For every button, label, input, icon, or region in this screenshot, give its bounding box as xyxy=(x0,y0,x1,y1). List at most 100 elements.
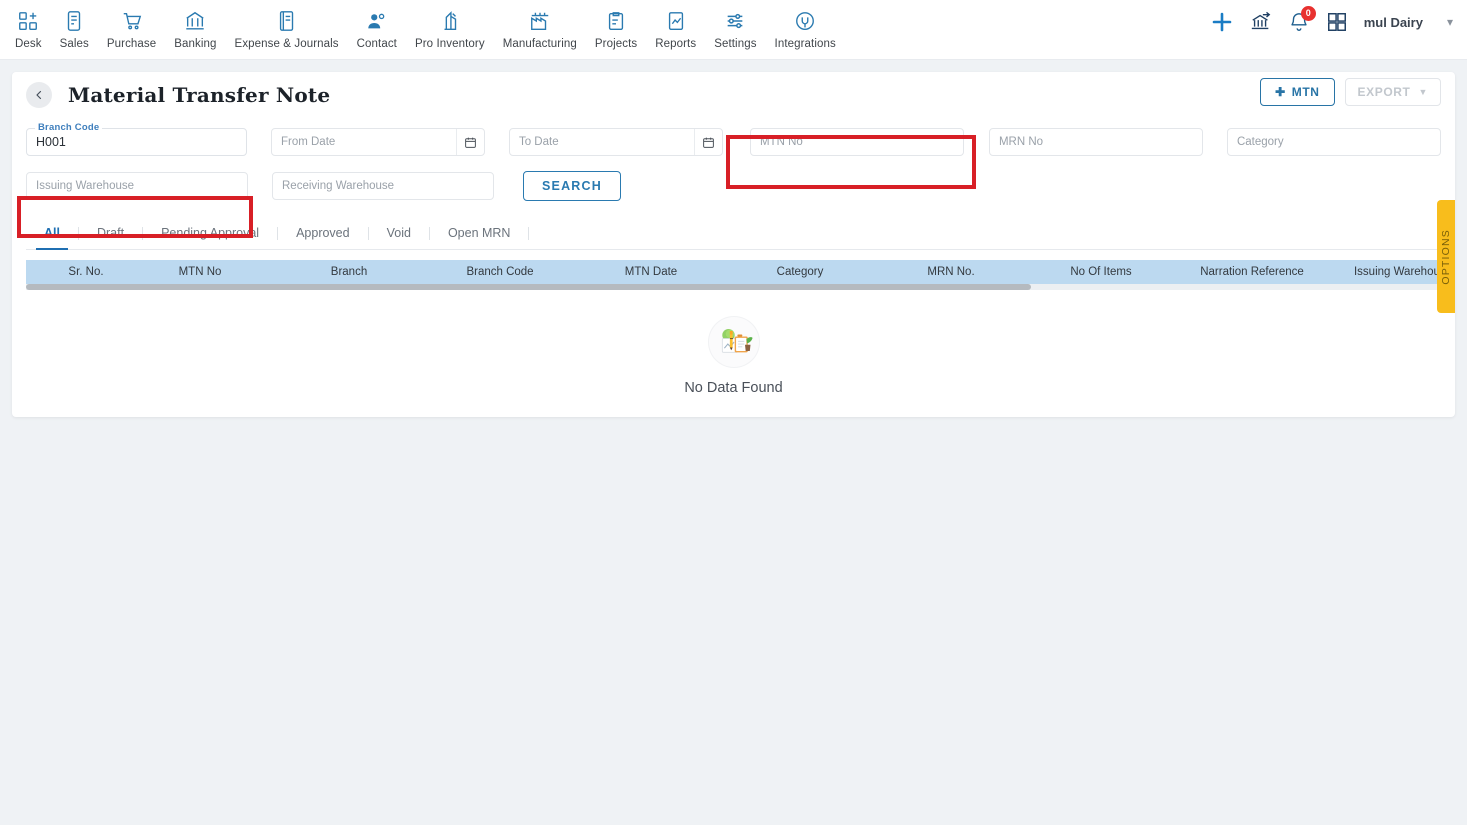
column-header-branch-code: Branch Code xyxy=(466,266,534,278)
mrn-no-placeholder: MRN No xyxy=(998,136,1044,148)
results-table: Sr. No. MTN No Branch Branch Code MTN Da… xyxy=(26,260,1452,396)
integrations-plug-icon xyxy=(794,8,816,34)
bell-icon[interactable]: 0 xyxy=(1288,6,1316,33)
empty-state: No Data Found xyxy=(26,316,1441,396)
tab-label: Pending Approval xyxy=(161,226,260,240)
calendar-icon[interactable] xyxy=(455,129,484,155)
nav-item-projects[interactable]: Projects xyxy=(586,8,646,50)
issuing-warehouse-placeholder: Issuing Warehouse xyxy=(36,180,135,192)
column-header-branch: Branch xyxy=(330,266,368,278)
journal-book-icon xyxy=(276,8,298,34)
issuing-warehouse-field[interactable]: Issuing Warehouse xyxy=(26,172,248,200)
tab-draft[interactable]: Draft xyxy=(79,217,142,249)
column-header-narration-reference: Narration Reference xyxy=(1200,266,1304,278)
nav-label: Purchase xyxy=(106,38,157,50)
nav-item-pro-inventory[interactable]: Pro Inventory xyxy=(406,8,494,50)
horizontal-scrollbar[interactable] xyxy=(26,284,1441,290)
from-date-field[interactable]: From Date xyxy=(270,128,485,156)
filter-row-1: Branch Code H001 From Date To Date MTN N… xyxy=(26,122,1441,156)
tab-divider xyxy=(528,226,530,240)
from-date-placeholder: From Date xyxy=(280,136,336,148)
tab-label: All xyxy=(44,226,60,240)
nav-label: Settings xyxy=(714,38,757,50)
branch-code-value: H001 xyxy=(36,135,66,149)
purchase-cart-icon xyxy=(121,8,143,34)
top-nav-right-actions: 0 mul Dairy ▾ xyxy=(1210,6,1453,34)
branch-code-label: Branch Code xyxy=(35,122,103,133)
add-mtn-button[interactable]: ✚ MTN xyxy=(1260,78,1335,106)
tab-label: Draft xyxy=(96,226,125,240)
tab-label: Approved xyxy=(296,226,350,240)
nav-label: Projects xyxy=(594,38,638,50)
category-field[interactable]: Category xyxy=(1226,128,1441,156)
options-side-tab[interactable]: OPTIONS xyxy=(1437,200,1455,313)
nav-label: Desk xyxy=(15,38,42,50)
chevron-down-icon[interactable]: ▾ xyxy=(1447,15,1453,29)
mrn-no-field[interactable]: MRN No xyxy=(988,128,1203,156)
column-header-sr-no: Sr. No. xyxy=(68,266,104,278)
nav-item-sales[interactable]: Sales xyxy=(51,8,98,50)
category-placeholder: Category xyxy=(1236,136,1284,148)
tab-label: Open MRN xyxy=(447,226,511,240)
nav-item-integrations[interactable]: Integrations xyxy=(766,8,845,50)
nav-item-expense-journals[interactable]: Expense & Journals xyxy=(226,8,348,50)
nav-label: Reports xyxy=(655,38,697,50)
receiving-warehouse-field[interactable]: Receiving Warehouse xyxy=(272,172,494,200)
nav-label: Pro Inventory xyxy=(414,38,485,50)
branch-code-field[interactable]: Branch Code H001 xyxy=(26,122,247,156)
no-data-text: No Data Found xyxy=(684,380,783,396)
nav-label: Sales xyxy=(59,38,89,50)
column-header-category: Category xyxy=(776,266,824,278)
add-mtn-label: MTN xyxy=(1291,85,1320,99)
export-button[interactable]: EXPORT ▼ xyxy=(1344,78,1441,106)
nav-label: Integrations xyxy=(774,38,836,50)
bank-transfer-icon[interactable] xyxy=(1250,11,1272,33)
plus-icon[interactable] xyxy=(1210,10,1234,34)
receiving-warehouse-placeholder: Receiving Warehouse xyxy=(282,180,395,192)
tab-label: Void xyxy=(386,226,411,240)
page-title: Material Transfer Note xyxy=(68,83,331,107)
search-button[interactable]: SEARCH xyxy=(523,171,621,201)
tab-open-mrn[interactable]: Open MRN xyxy=(430,217,529,249)
nav-item-desk[interactable]: Desk xyxy=(6,8,51,50)
desk-icon xyxy=(17,8,39,34)
no-data-illustration xyxy=(707,316,760,368)
tab-pending-approval[interactable]: Pending Approval xyxy=(143,217,277,249)
filter-row-2: Issuing Warehouse Receiving Warehouse SE… xyxy=(26,171,1441,201)
nav-item-contact[interactable]: Contact xyxy=(348,8,406,50)
to-date-field[interactable]: To Date xyxy=(508,128,723,156)
nav-item-manufacturing[interactable]: Manufacturing xyxy=(494,8,586,50)
calendar-icon[interactable] xyxy=(693,129,722,155)
inventory-icon xyxy=(439,8,461,34)
scrollbar-thumb[interactable] xyxy=(26,284,1031,290)
apps-grid-icon[interactable] xyxy=(1326,11,1348,33)
bank-icon xyxy=(184,8,206,34)
nav-item-purchase[interactable]: Purchase xyxy=(98,8,165,50)
status-tabs: All Draft Pending Approval Approved Void… xyxy=(26,217,1441,250)
notification-badge: 0 xyxy=(1300,6,1316,21)
filters-section: Branch Code H001 From Date To Date MTN N… xyxy=(12,108,1455,238)
tab-void[interactable]: Void xyxy=(369,217,429,249)
card-header: Material Transfer Note ✚ MTN EXPORT ▼ xyxy=(12,72,1455,108)
nav-item-settings[interactable]: Settings xyxy=(705,8,765,50)
sliders-settings-icon xyxy=(724,8,746,34)
factory-icon xyxy=(529,8,551,34)
back-button[interactable] xyxy=(26,82,52,108)
nav-item-reports[interactable]: Reports xyxy=(646,8,705,50)
tab-all[interactable]: All xyxy=(26,217,78,250)
column-header-mtn-date: MTN Date xyxy=(624,266,678,278)
sales-icon xyxy=(63,8,85,34)
table-header-row: Sr. No. MTN No Branch Branch Code MTN Da… xyxy=(26,260,1452,284)
column-header-mtn-no: MTN No xyxy=(178,266,222,278)
mtn-no-field[interactable]: MTN No xyxy=(749,128,964,156)
tab-approved[interactable]: Approved xyxy=(278,217,368,249)
header-action-buttons: ✚ MTN EXPORT ▼ xyxy=(1260,78,1441,106)
mtn-no-placeholder: MTN No xyxy=(759,136,803,148)
nav-item-banking[interactable]: Banking xyxy=(165,8,225,50)
user-account-name[interactable]: mul Dairy xyxy=(1364,15,1423,30)
to-date-placeholder: To Date xyxy=(518,136,559,148)
contact-people-icon xyxy=(366,8,388,34)
nav-label: Expense & Journals xyxy=(234,38,339,50)
options-label: OPTIONS xyxy=(1440,228,1452,285)
top-nav-items: Desk Sales Purchase Banking Expense & Jo… xyxy=(0,8,845,50)
